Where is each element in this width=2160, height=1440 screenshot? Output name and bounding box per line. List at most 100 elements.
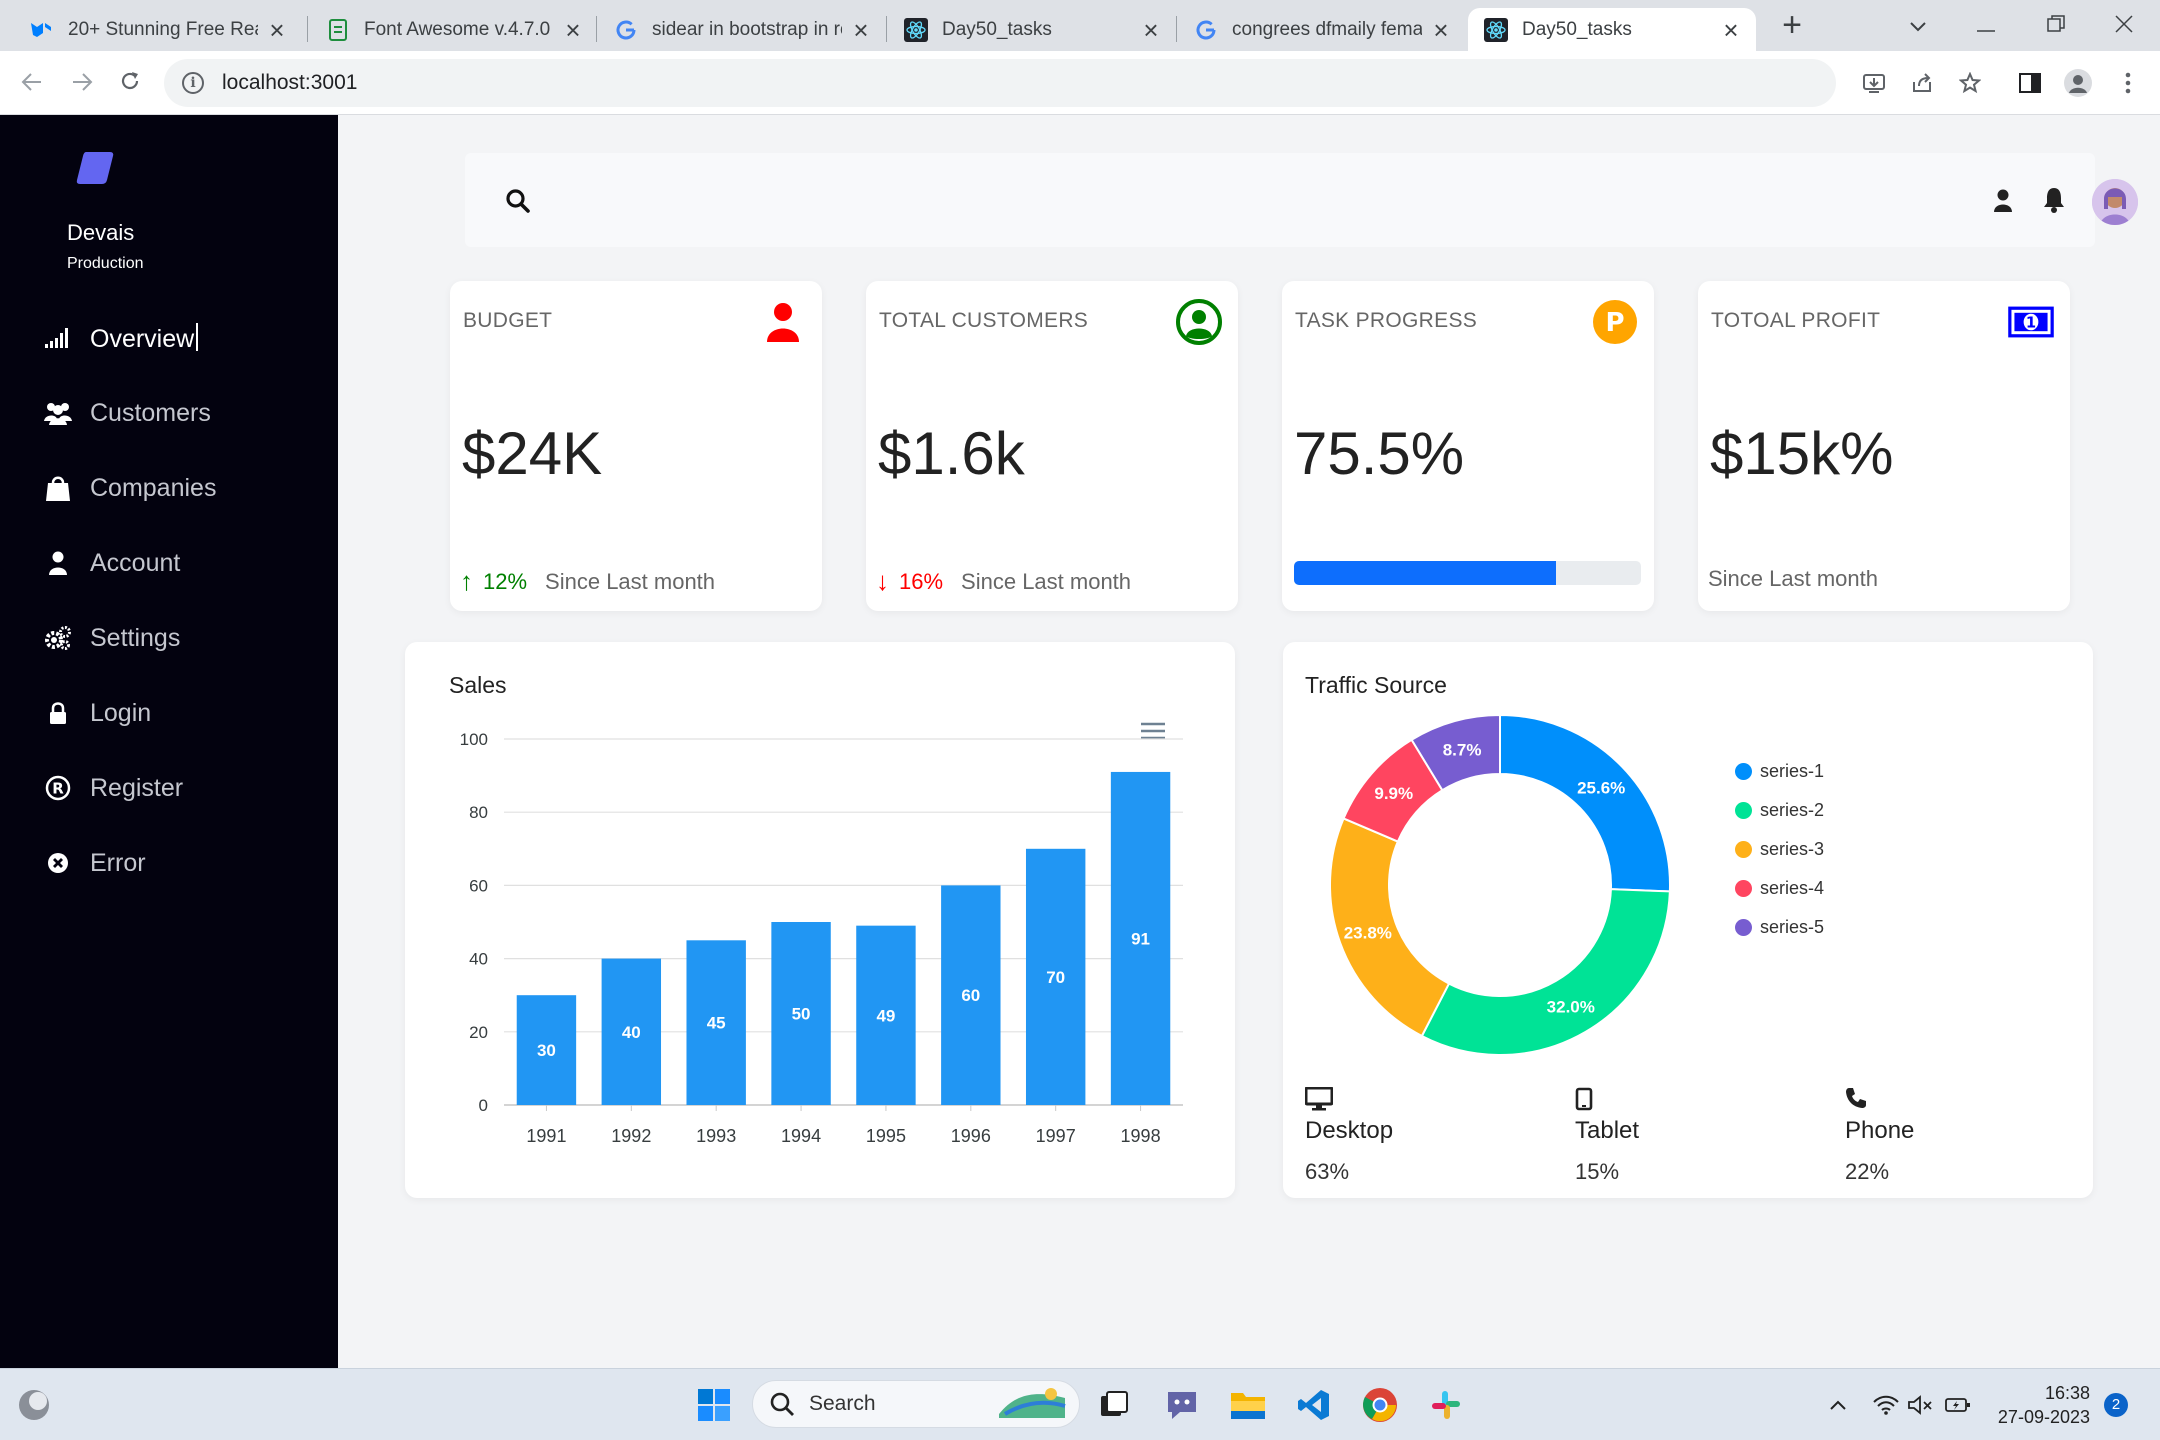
clock-date: 27-09-2023 [1997,1407,2090,1427]
cogs-icon [42,622,74,654]
budget-value: $24K [462,420,603,487]
customers-card: TOTAL CUSTOMERS $1.6k ↓ 16% Since Last m… [866,281,1238,611]
user-icon[interactable] [1992,188,2018,214]
chevron-up-icon[interactable] [1816,1383,1860,1427]
browser-tab[interactable]: sidear in bootstrap in re × [598,8,886,51]
sidebar-item-overview[interactable]: Overview [0,313,338,363]
bar-value-label: 49 [876,1006,895,1025]
star-icon[interactable] [1952,65,1988,101]
back-arrow-icon[interactable] [14,65,50,101]
document-icon [326,18,350,42]
bell-icon[interactable] [2042,186,2068,214]
x-tick-label: 1995 [866,1126,906,1146]
sidebar-item-login[interactable]: Login [0,688,338,738]
file-explorer-icon[interactable] [1226,1383,1270,1427]
tab-separator [886,16,887,42]
close-icon[interactable]: × [1430,17,1452,43]
side-panel-icon[interactable] [2012,65,2048,101]
sidebar-item-register[interactable]: R Register [0,763,338,813]
tab-separator [1176,16,1177,42]
notification-badge[interactable]: 2 [2104,1393,2128,1417]
donut-slice[interactable] [1420,888,1671,1056]
forward-arrow-icon[interactable] [64,65,100,101]
close-icon[interactable]: × [850,17,872,43]
reload-icon[interactable] [112,65,148,101]
traffic-title: Traffic Source [1305,672,1447,698]
system-clock[interactable]: 16:38 27-09-2023 [1990,1381,2090,1429]
widgets-icon[interactable] [12,1383,56,1427]
vscode-icon[interactable] [1292,1383,1336,1427]
since-text: Since Last month [1708,566,1878,591]
brand-name: Devais [67,220,135,245]
sales-panel: Sales 0 20 40 60 80 100 30 1991 40 1992 45 1993 50 19… [405,642,1235,1198]
customers-value: $1.6k [878,420,1025,487]
since-text: Since Last month [961,568,1132,594]
search-icon[interactable] [505,188,531,214]
teams-chat-icon[interactable] [1160,1383,1204,1427]
restore-button[interactable] [2036,6,2076,46]
sidebar-item-companies[interactable]: Companies [0,463,338,513]
tab-search-chevron-icon[interactable] [1898,6,1938,46]
device-value: 22% [1845,1159,1890,1184]
slack-icon[interactable] [1424,1383,1468,1427]
legend-item[interactable]: series-5 [1735,908,1824,947]
browser-tab-active[interactable]: Day50_tasks × [1468,8,1756,51]
legend-label: series-2 [1760,800,1825,820]
url-field[interactable]: i localhost:3001 [164,59,1836,107]
sidebar-item-account[interactable]: Account [0,538,338,588]
taskbar-search[interactable]: Search [752,1380,1080,1428]
arrow-up-icon: ↑ [460,566,473,596]
share-icon[interactable] [1904,65,1940,101]
x-tick-label: 1993 [696,1126,736,1146]
svg-text:R: R [52,780,64,798]
sidebar-item-settings[interactable]: Settings [0,613,338,663]
sidebar-item-label: Register [90,773,184,802]
legend-label: series-4 [1760,878,1825,898]
sidebar-item-label: Overview [90,323,198,354]
card-footer: Since Last month [1708,566,1878,592]
sidebar-item-customers[interactable]: Customers [0,388,338,438]
device-desktop: Desktop 63% [1304,1086,1393,1185]
legend-marker [1735,919,1752,936]
card-title: BUDGET [463,309,553,332]
device-tablet: Tablet 15% [1575,1087,1639,1185]
close-icon[interactable]: × [266,17,288,43]
legend-item[interactable]: series-3 [1735,830,1824,869]
close-window-button[interactable] [2104,6,2144,46]
donut-slice[interactable] [1499,713,1671,893]
battery-icon[interactable] [1936,1383,1980,1427]
legend-item[interactable]: series-1 [1735,752,1824,791]
registered-icon: R [42,772,74,804]
legend-item[interactable]: series-2 [1735,791,1824,830]
windows-start-icon[interactable] [692,1383,736,1427]
browser-tab[interactable]: Day50_tasks × [888,8,1176,51]
progress-fill [1294,561,1556,585]
card-title: TASK PROGRESS [1295,309,1478,332]
chrome-icon[interactable] [1358,1383,1402,1427]
task-view-icon[interactable] [1092,1383,1136,1427]
browser-tab[interactable]: congrees dfmaily female × [1178,8,1466,51]
card-footer: ↑ 12% Since Last month [460,566,715,597]
browser-tab[interactable]: 20+ Stunning Free React × [14,8,302,51]
avatar[interactable] [2092,179,2138,225]
slice-percent-label: 8.7% [1443,741,1482,760]
profile-icon[interactable] [2060,65,2096,101]
close-icon[interactable]: × [1720,17,1742,43]
close-icon[interactable]: × [562,17,584,43]
chart-legend: series-1 series-2 series-3 series-4 series-5 [1735,752,1824,947]
traffic-panel: Traffic Source 25.6% 32.0% 23.8% 9.9% 8.7% s… [1283,642,2093,1198]
browser-tab[interactable]: Font Awesome v.4.7.0 | B × [310,8,598,51]
install-app-icon[interactable] [1856,65,1892,101]
since-text: Since Last month [545,568,716,594]
minimize-button[interactable] [1966,6,2006,46]
y-tick-label: 40 [469,950,488,969]
info-icon[interactable]: i [182,72,204,94]
more-menu-icon[interactable] [2110,65,2146,101]
x-tick-label: 1996 [951,1126,991,1146]
close-icon[interactable]: × [1140,17,1162,43]
top-navbar [465,153,2138,247]
sidebar-item-error[interactable]: Error [0,838,338,888]
legend-item[interactable]: series-4 [1735,869,1824,908]
y-tick-label: 100 [460,730,488,749]
new-tab-button[interactable]: + [1774,8,1810,44]
